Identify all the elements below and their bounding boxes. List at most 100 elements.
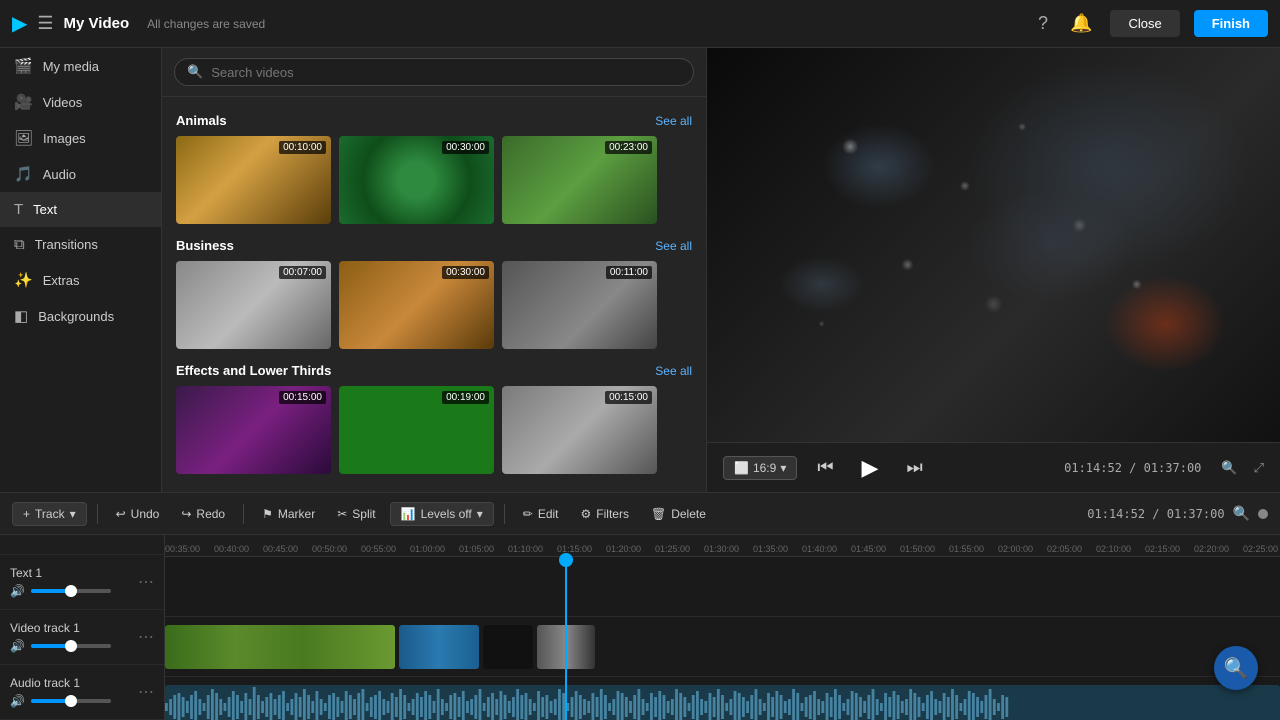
thumb-eff3[interactable]: 00:15:00 [502, 386, 657, 474]
add-track-icon: + [23, 507, 30, 521]
close-button[interactable]: Close [1110, 10, 1179, 37]
sidebar-label-transitions: Transitions [35, 237, 98, 252]
search-bubble[interactable]: 🔍 [1214, 646, 1258, 690]
track-label-text1: Text 1 🔊 ⋯ [0, 555, 164, 610]
tick-0: 00:35:00 [165, 544, 214, 554]
animals-header: Animals See all [176, 113, 692, 128]
app-title: My Video [64, 15, 130, 32]
thumb-biz2-duration: 00:30:00 [442, 266, 489, 279]
skip-back-button[interactable]: ⏮ [809, 453, 841, 482]
saved-status: All changes are saved [147, 17, 265, 31]
sidebar-label-audio: Audio [43, 167, 76, 182]
track-label-audio1-inner: Audio track 1 🔊 [10, 676, 132, 708]
waveform-svg [165, 685, 1280, 720]
sidebar-item-extras[interactable]: ✨ Extras [0, 262, 161, 298]
tick-7: 01:10:00 [508, 544, 557, 554]
track-label-audio1: Audio track 1 🔊 ⋯ [0, 665, 164, 720]
track-menu-video1[interactable]: ⋯ [138, 627, 154, 647]
playhead-circle [559, 553, 573, 567]
thumb-eff2[interactable]: 00:19:00 [339, 386, 494, 474]
sidebar-label-text: Text [33, 202, 57, 217]
sidebar-item-audio[interactable]: 🎵 Audio [0, 156, 161, 192]
sidebar-label-images: Images [43, 131, 86, 146]
split-button[interactable]: ✂ Split [329, 503, 383, 525]
track-menu-audio1[interactable]: ⋯ [138, 682, 154, 702]
search-input[interactable] [211, 65, 681, 80]
expand-icon[interactable]: ⤢ [1254, 460, 1264, 476]
undo-button[interactable]: ↩ Undo [108, 503, 168, 525]
audio-waveform[interactable] [165, 685, 1280, 720]
levels-button[interactable]: 📊 Levels off ▾ [390, 502, 494, 526]
tick-12: 01:35:00 [753, 544, 802, 554]
playhead[interactable] [565, 557, 567, 720]
search-input-wrap[interactable]: 🔍 [174, 58, 694, 86]
add-track-button[interactable]: + Track ▾ [12, 502, 87, 526]
thumb-eff1[interactable]: 00:15:00 [176, 386, 331, 474]
thumb-chameleon[interactable]: 00:30:00 [339, 136, 494, 224]
levels-label: Levels off [421, 507, 472, 521]
timeline-toolbar: + Track ▾ ↩ Undo ↪ Redo ⚑ Marker ✂ Split… [0, 493, 1280, 535]
ruler-ticks: 00:35:00 00:40:00 00:45:00 00:50:00 00:5… [165, 535, 1280, 556]
time-total: 01:37:00 [1144, 461, 1202, 475]
animals-see-all[interactable]: See all [655, 114, 692, 128]
sidebar-item-backgrounds[interactable]: ◧ Backgrounds [0, 298, 161, 334]
tick-21: 02:20:00 [1194, 544, 1243, 554]
video-background [707, 48, 1280, 442]
redo-button[interactable]: ↪ Redo [173, 503, 233, 525]
sidebar-label-extras: Extras [43, 273, 80, 288]
thumb-lizard[interactable]: 00:23:00 [502, 136, 657, 224]
ratio-label: 16:9 [753, 461, 776, 475]
tick-10: 01:25:00 [655, 544, 704, 554]
toolbar-divider-1 [97, 504, 98, 524]
tick-11: 01:30:00 [704, 544, 753, 554]
track-chevron-icon: ▾ [70, 507, 76, 521]
tick-1: 00:40:00 [214, 544, 263, 554]
delete-button[interactable]: 🗑 Delete [643, 503, 714, 525]
notifications-button[interactable]: 🔔 [1066, 9, 1096, 38]
video-clip-dark[interactable] [483, 625, 533, 669]
vol-icon-audio1: 🔊 [10, 694, 25, 708]
thumb-biz1[interactable]: 00:07:00 [176, 261, 331, 349]
video-clip-beach[interactable] [399, 625, 479, 669]
help-button[interactable]: ? [1034, 9, 1052, 38]
marker-button[interactable]: ⚑ Marker [254, 503, 323, 525]
timeline-body: Text 1 🔊 ⋯ Video track 1 🔊 ⋯ [0, 535, 1280, 720]
business-see-all[interactable]: See all [655, 239, 692, 253]
vol-slider-video1[interactable] [31, 644, 111, 648]
track-menu-text1[interactable]: ⋯ [138, 572, 154, 592]
preview-panel: ⬜ 16:9 ▾ ⏮ ▶ ⏭ 01:14:52 / 01:37:00 🔍 ⤢ [707, 48, 1280, 492]
track-name-text1: Text 1 [10, 566, 132, 580]
filters-button[interactable]: ⚙ Filters [573, 503, 637, 525]
hamburger-icon[interactable]: ☰ [37, 13, 53, 34]
animals-title: Animals [176, 113, 227, 128]
track-vol-row-video1: 🔊 [10, 639, 132, 653]
top-bar-left: ▶ ☰ My Video All changes are saved [12, 11, 1034, 36]
thumb-tiger-duration: 00:10:00 [279, 141, 326, 154]
sidebar-item-images[interactable]: 🖼 Images [0, 120, 161, 156]
video-clip-veggie[interactable] [165, 625, 395, 669]
effects-see-all[interactable]: See all [655, 364, 692, 378]
vol-slider-audio1[interactable] [31, 699, 111, 703]
vol-slider-text1[interactable] [31, 589, 111, 593]
levels-icon: 📊 [401, 507, 416, 521]
ratio-chevron-icon: ▾ [780, 461, 786, 475]
track-name-audio1: Audio track 1 [10, 676, 132, 690]
play-button[interactable]: ▶ [854, 451, 887, 485]
edit-button[interactable]: ✏ Edit [515, 503, 567, 525]
thumb-tiger[interactable]: 00:10:00 [176, 136, 331, 224]
sidebar-item-transitions[interactable]: ⧉ Transitions [0, 227, 161, 262]
finish-button[interactable]: Finish [1194, 10, 1268, 37]
tick-14: 01:45:00 [851, 544, 900, 554]
top-bar: ▶ ☰ My Video All changes are saved ? 🔔 C… [0, 0, 1280, 48]
thumb-chameleon-duration: 00:30:00 [442, 141, 489, 154]
thumb-biz2[interactable]: 00:30:00 [339, 261, 494, 349]
track-row-audio1 [165, 677, 1280, 720]
skip-forward-button[interactable]: ⏭ [898, 453, 930, 482]
thumb-biz3[interactable]: 00:11:00 [502, 261, 657, 349]
sidebar-item-my-media[interactable]: 🎬 My media [0, 48, 161, 84]
audio-icon: 🎵 [14, 165, 33, 183]
sidebar-item-text[interactable]: T Text [0, 192, 161, 227]
sidebar-item-videos[interactable]: 🎥 Videos [0, 84, 161, 120]
backgrounds-icon: ◧ [14, 307, 28, 325]
ratio-button[interactable]: ⬜ 16:9 ▾ [723, 456, 797, 480]
